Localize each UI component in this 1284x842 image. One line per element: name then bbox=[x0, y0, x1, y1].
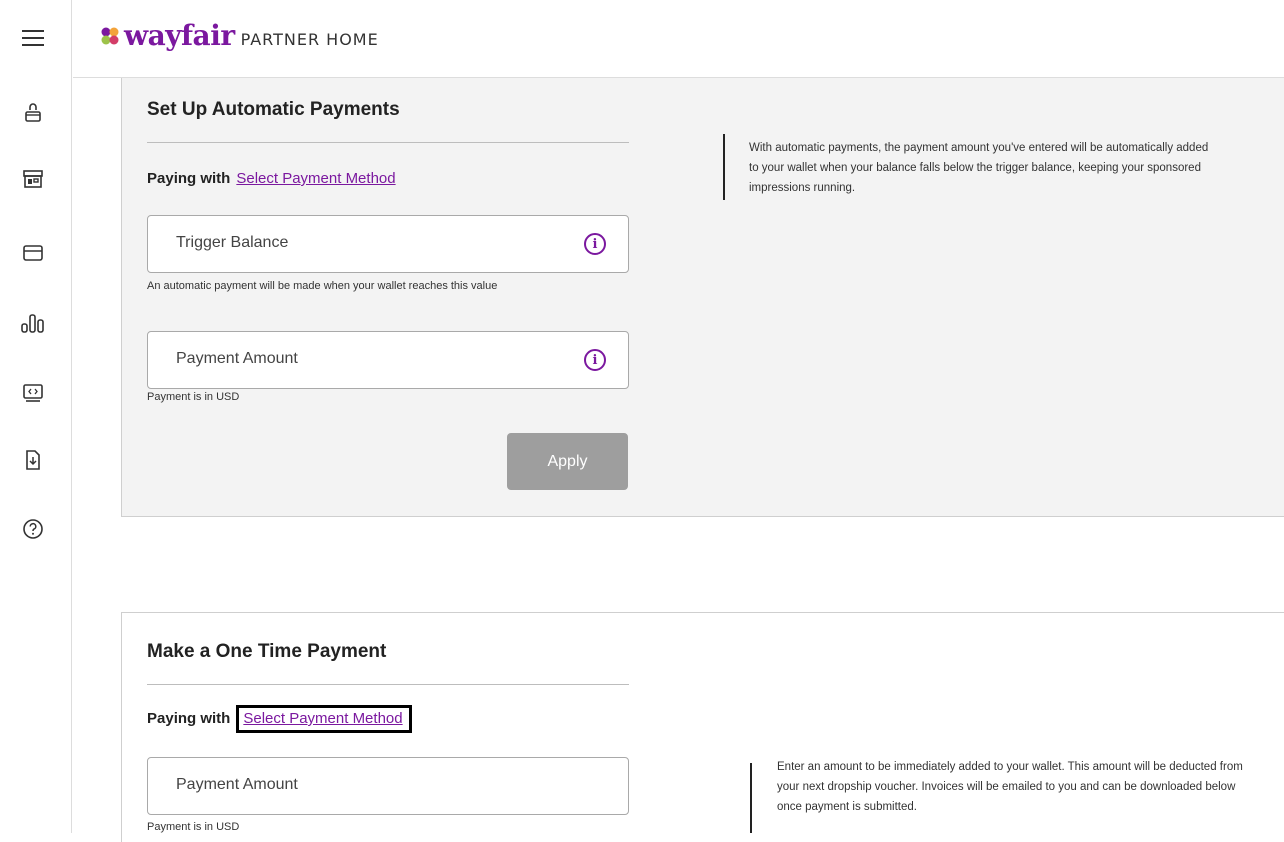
wayfair-logo[interactable]: wayfair PARTNER HOME bbox=[99, 22, 379, 50]
auto-payments-title: Set Up Automatic Payments bbox=[147, 99, 400, 120]
wayfair-pinwheel-icon bbox=[101, 27, 119, 45]
payment-currency-help: Payment is in USD bbox=[147, 821, 240, 833]
storefront-icon[interactable] bbox=[20, 166, 46, 192]
trigger-balance-label: Trigger Balance bbox=[176, 234, 289, 251]
credit-card-icon[interactable] bbox=[20, 240, 46, 266]
help-icon[interactable] bbox=[20, 516, 46, 542]
trigger-balance-field[interactable]: Trigger Balance i bbox=[147, 215, 629, 273]
apply-button[interactable]: Apply bbox=[507, 433, 628, 490]
one-time-title: Make a One Time Payment bbox=[147, 641, 387, 662]
payment-currency-help: Payment is in USD bbox=[147, 391, 240, 403]
note-divider bbox=[750, 763, 752, 833]
top-bar: wayfair PARTNER HOME bbox=[73, 0, 1284, 78]
one-time-payment-card: Make a One Time Payment Paying with Selec… bbox=[121, 612, 1284, 842]
document-download-icon[interactable] bbox=[20, 447, 46, 473]
automatic-payments-card: Set Up Automatic Payments Paying with Sel… bbox=[121, 78, 1284, 517]
auto-payment-amount-field[interactable]: Payment Amount i bbox=[147, 331, 629, 389]
logo-wordmark: wayfair bbox=[124, 19, 235, 52]
auto-payments-note: With automatic payments, the payment amo… bbox=[749, 142, 1209, 194]
info-icon[interactable]: i bbox=[584, 233, 606, 255]
trigger-balance-help: An automatic payment will be made when y… bbox=[147, 280, 498, 292]
note-divider bbox=[723, 134, 725, 200]
info-icon[interactable]: i bbox=[584, 349, 606, 371]
payment-amount-label: Payment Amount bbox=[176, 776, 298, 793]
one-time-paying-with: Paying with Select Payment Method bbox=[147, 705, 412, 733]
monitor-code-icon[interactable] bbox=[20, 380, 46, 406]
auto-select-payment-method-link[interactable]: Select Payment Method bbox=[236, 170, 395, 187]
logo-subtitle: PARTNER HOME bbox=[240, 29, 379, 49]
payment-amount-label: Payment Amount bbox=[176, 350, 298, 367]
one-time-select-payment-method-link[interactable]: Select Payment Method bbox=[236, 705, 412, 733]
auto-paying-with: Paying with Select Payment Method bbox=[147, 170, 396, 187]
divider bbox=[147, 142, 629, 143]
paying-with-label: Paying with bbox=[147, 170, 231, 187]
sidebar bbox=[0, 0, 72, 833]
bar-chart-icon[interactable] bbox=[20, 310, 46, 336]
bag-icon[interactable] bbox=[20, 100, 46, 126]
one-time-note: Enter an amount to be immediately added … bbox=[777, 761, 1243, 813]
menu-icon[interactable] bbox=[20, 25, 46, 51]
one-time-payment-amount-field[interactable]: Payment Amount bbox=[147, 757, 629, 815]
divider bbox=[147, 684, 629, 685]
paying-with-label: Paying with bbox=[147, 710, 231, 727]
